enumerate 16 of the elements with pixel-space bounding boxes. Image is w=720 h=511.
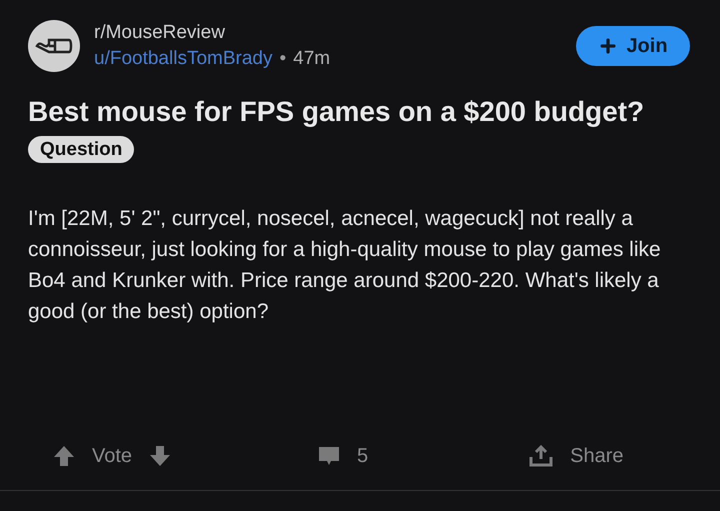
- comment-count: 5: [357, 444, 368, 468]
- share-label[interactable]: Share: [570, 440, 624, 470]
- upvote-icon[interactable]: [52, 444, 76, 468]
- downvote-icon[interactable]: [148, 444, 172, 468]
- post-age: 47m: [293, 47, 330, 71]
- plus-icon: [598, 36, 618, 56]
- vote-label: Vote: [92, 444, 132, 468]
- post-title: Best mouse for FPS games on a $200 budget?: [28, 95, 646, 129]
- join-button[interactable]: Join: [576, 26, 690, 66]
- separator-dot: •: [279, 47, 286, 71]
- share-icon[interactable]: [528, 444, 554, 468]
- subreddit-name[interactable]: r/MouseReview: [94, 20, 330, 46]
- author-link[interactable]: u/FootballsTomBrady: [94, 46, 272, 72]
- post-body: I'm [22M, 5' 2", currycel, nosecel, acnecel, wagecuck] not really a connoisseur, just looking for a high-quality mouse to play games like Bo4 and Krunker with. Price range around $200-220. What's likely a good (or the best) option?: [28, 206, 662, 325]
- subreddit-avatar[interactable]: [28, 20, 80, 72]
- flair-tag: Question: [28, 136, 134, 163]
